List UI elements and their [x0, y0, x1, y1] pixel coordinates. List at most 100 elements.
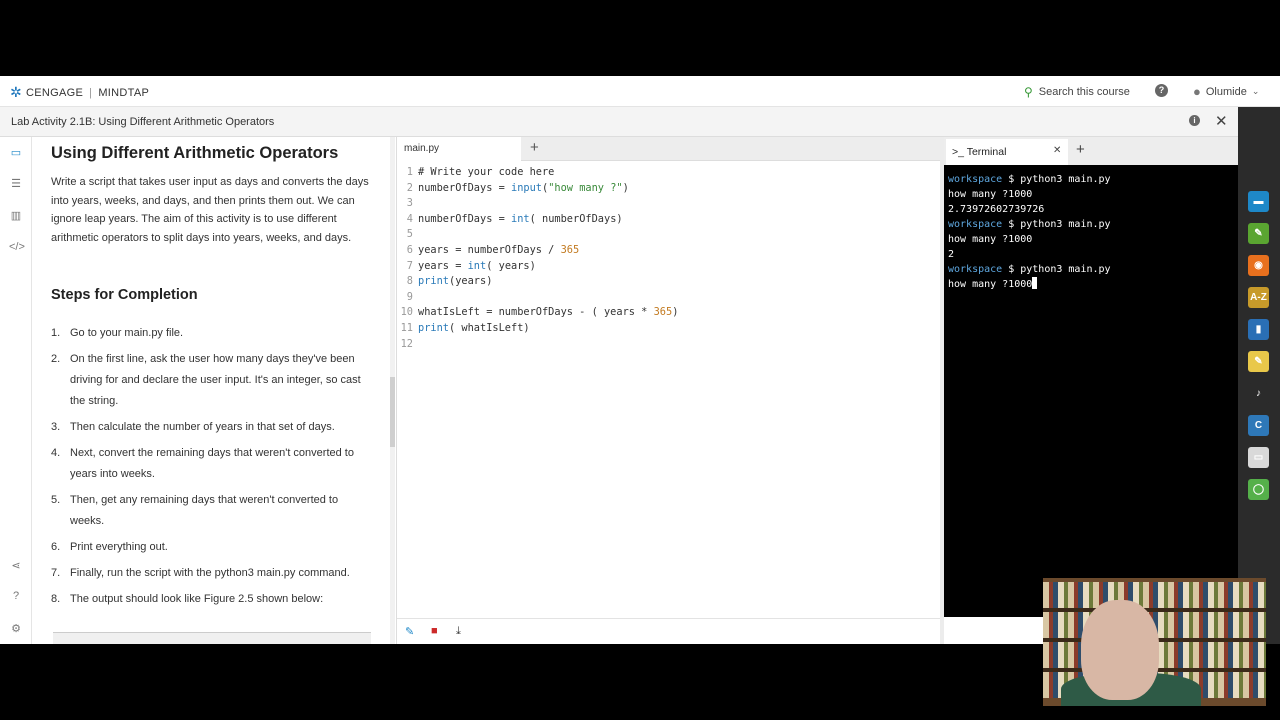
code-text: whatIsLeft = numberOfDays - ( years * 36…	[418, 306, 679, 319]
line-number: 11	[400, 321, 413, 334]
steps-list: 1. Go to your main.py file. 2. On the first…	[51, 323, 371, 615]
logo-divider: |	[89, 86, 93, 99]
cengage-mindtap-logo[interactable]: ✲ CENGAGE | MINDTAP	[10, 84, 149, 101]
user-name: Olumide	[1205, 85, 1247, 98]
step-number: 1.	[51, 327, 61, 339]
user-menu[interactable]: ● Olumide ⌄	[1193, 84, 1259, 99]
terminal-line: workspace $ python3 main.py	[948, 217, 1238, 232]
terminal-text: 2.73972602739726	[948, 204, 1045, 215]
terminal-tab-label: Terminal	[966, 146, 1007, 158]
tools-dock: ▬ ✎ ◉ A-Z ▮ ✎ ♪ C ▭ ◯	[1238, 107, 1280, 644]
step-text: On the first line, ask the user how many…	[70, 353, 361, 407]
audio-icon[interactable]: ♪	[1248, 383, 1269, 404]
step-number: 7.	[51, 567, 61, 579]
terminal-line: 2.73972602739726	[948, 202, 1238, 217]
share-icon[interactable]: ⋖	[9, 559, 23, 573]
step-text: Finally, run the script with the python3…	[70, 567, 350, 579]
flashcards-icon[interactable]: ▭	[1248, 447, 1269, 468]
terminal-prompt-icon: >_	[952, 146, 964, 158]
download-icon[interactable]: ⤓	[456, 625, 461, 638]
circle-app-icon[interactable]: ◯	[1248, 479, 1269, 500]
code-line[interactable]: 6 years = numberOfDays / 365	[397, 243, 937, 259]
code-line[interactable]: 5	[397, 227, 937, 243]
step-item: 1. Go to your main.py file.	[51, 323, 371, 344]
code-line[interactable]: 10 whatIsLeft = numberOfDays - ( years * …	[397, 305, 937, 321]
notes-icon[interactable]: ✎	[1248, 351, 1269, 372]
activity-bar: Lab Activity 2.1B: Using Different Arith…	[0, 107, 1240, 137]
step-text: The output should look like Figure 2.5 s…	[70, 593, 324, 605]
editor-footer: ✎ ■ ⤓	[397, 618, 943, 644]
edit-icon[interactable]: ✎	[405, 625, 414, 638]
dictionary-icon[interactable]: A-Z	[1248, 287, 1269, 308]
terminal-text: how many ?1000	[948, 189, 1033, 200]
chart-icon[interactable]: ▥	[9, 209, 23, 223]
step-number: 5.	[51, 494, 61, 506]
search-label: Search this course	[1038, 86, 1130, 98]
line-number: 1	[406, 166, 413, 178]
activity-title: Lab Activity 2.1B: Using Different Arith…	[11, 116, 275, 128]
step-text: Next, convert the remaining days that we…	[70, 447, 354, 480]
step-number: 3.	[51, 421, 61, 433]
line-number: 2	[406, 181, 413, 194]
product-name: MINDTAP	[98, 86, 150, 99]
settings-icon[interactable]: ⚙	[9, 622, 23, 636]
mindtap-app: ✲ CENGAGE | MINDTAP ⚲ Search this course…	[0, 76, 1280, 644]
code-line[interactable]: 8 print(years)	[397, 274, 937, 290]
terminal-output[interactable]: workspace $ python3 main.py how many ?100…	[944, 165, 1238, 617]
step-item: 4. Next, convert the remaining days that …	[51, 443, 371, 485]
help-circle-icon[interactable]: ?	[9, 590, 23, 604]
scrollbar-thumb[interactable]	[390, 377, 395, 447]
tab-terminal[interactable]: >_ Terminal ✕	[946, 139, 1068, 165]
rss-icon[interactable]: ◉	[1248, 255, 1269, 276]
pencil-icon[interactable]: ✎	[1248, 223, 1269, 244]
line-number: 4	[406, 212, 413, 225]
terminal-line: workspace $ python3 main.py	[948, 262, 1238, 277]
tab-main-py[interactable]: main.py	[397, 137, 521, 161]
code-text: numberOfDays = input("how many ?")	[418, 181, 629, 194]
line-number: 7	[406, 259, 413, 272]
step-number: 2.	[51, 353, 61, 365]
add-terminal-icon[interactable]: +	[1076, 141, 1085, 158]
book-icon[interactable]: ▭	[9, 146, 23, 160]
code-editor: main.py + 1 # Write your code here 2 number…	[396, 137, 943, 644]
code-line[interactable]: 2 numberOfDays = input("how many ?")	[397, 181, 937, 197]
cnow-icon[interactable]: C	[1248, 415, 1269, 436]
code-line[interactable]: 11 print( whatIsLeft)	[397, 321, 937, 337]
code-icon[interactable]: </>	[9, 241, 25, 255]
code-line[interactable]: 12	[397, 337, 937, 353]
editor-tabs: main.py +	[397, 137, 943, 161]
steps-heading: Steps for Completion	[51, 287, 198, 303]
search-course-button[interactable]: ⚲ Search this course	[1024, 85, 1130, 99]
code-line[interactable]: 4 numberOfDays = int( numberOfDays)	[397, 212, 937, 228]
instructions-scrollbar[interactable]	[390, 137, 395, 644]
code-line[interactable]: 3	[397, 196, 937, 212]
briefcase-icon[interactable]: ▬	[1248, 191, 1269, 212]
code-area[interactable]: 1 # Write your code here 2 numberOfDays = i…	[397, 165, 937, 352]
help-icon[interactable]: ?	[1155, 84, 1168, 97]
terminal-text: how many ?1000	[948, 279, 1033, 290]
user-icon: ●	[1193, 84, 1201, 99]
terminal-line: 2	[948, 247, 1238, 262]
step-number: 8.	[51, 593, 61, 605]
code-line[interactable]: 7 years = int( years)	[397, 259, 937, 275]
code-line[interactable]: 1 # Write your code here	[397, 165, 937, 181]
presenter-face	[1081, 600, 1159, 700]
close-icon[interactable]: ✕	[1215, 112, 1228, 130]
code-text: print(years)	[418, 275, 493, 288]
terminal-line: how many ?1000	[948, 232, 1238, 247]
search-icon: ⚲	[1024, 85, 1033, 99]
trash-icon[interactable]: ■	[431, 625, 438, 637]
code-line[interactable]: 9	[397, 290, 937, 306]
figure-preview	[53, 632, 371, 644]
book-icon[interactable]: ▮	[1248, 319, 1269, 340]
intro-text: Write a script that takes user input as …	[51, 176, 369, 244]
code-text: # Write your code here	[418, 166, 555, 178]
list-icon[interactable]: ☰	[9, 177, 23, 191]
info-icon[interactable]: i	[1189, 115, 1200, 126]
terminal-tabs: >_ Terminal ✕ +	[944, 137, 1238, 165]
add-tab-icon[interactable]: +	[530, 139, 539, 156]
line-number: 10	[400, 306, 413, 319]
step-item: 8. The output should look like Figure 2.5…	[51, 589, 371, 610]
close-tab-icon[interactable]: ✕	[1053, 145, 1061, 156]
terminal-text: how many ?1000	[948, 234, 1033, 245]
